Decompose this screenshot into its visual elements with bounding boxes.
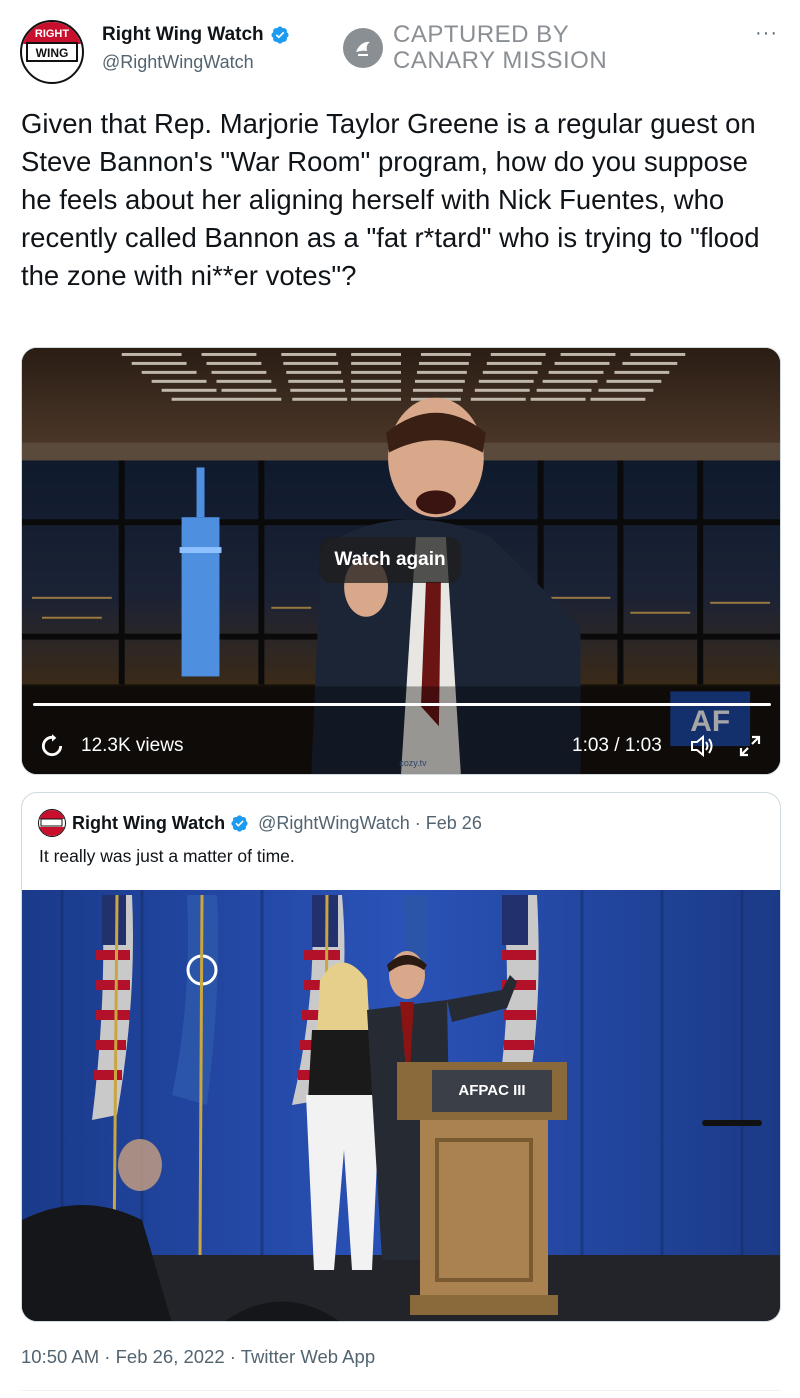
quoted-header: Right Wing Watch @RightWingWatch · Feb 2… [72,813,482,834]
footer-divider [21,1390,781,1391]
capture-badge: CAPTURED BY CANARY MISSION [343,22,607,74]
video-progress-bar[interactable] [33,703,771,706]
quoted-author-name[interactable]: Right Wing Watch [72,813,225,834]
capture-line-2: CANARY MISSION [393,47,608,74]
tweet-header: RIGHT WING WATCH Right Wing Watch @Right… [0,0,800,100]
tweet-timestamp[interactable]: 10:50 AM · Feb 26, 2022 · Twitter Web Ap… [21,1346,375,1368]
quoted-author-avatar[interactable] [38,809,66,837]
video-timecode: 1:03 / 1:03 [572,735,662,756]
volume-icon[interactable] [687,732,715,760]
avatar-logo-middle: WING [36,46,69,60]
avatar-logo-top: RIGHT [35,28,70,40]
quoted-tweet[interactable]: Right Wing Watch @RightWingWatch · Feb 2… [21,792,781,1322]
tweet-text: Given that Rep. Marjorie Taylor Greene i… [21,108,760,291]
avatar-logo-bottom: WATCH [32,67,72,79]
fullscreen-icon[interactable] [736,732,764,760]
quoted-date[interactable]: · Feb 26 [415,813,482,834]
canary-icon [343,28,383,68]
replay-icon[interactable] [39,733,65,759]
capture-line-1: CAPTURED BY [393,21,570,48]
author-info[interactable]: Right Wing Watch @RightWingWatch [102,24,290,73]
quoted-text: It really was just a matter of time. [39,846,295,866]
video-controls: 12.3K views 1:03 / 1:03 [21,722,781,770]
verified-badge-icon [271,26,289,44]
watch-again-button[interactable]: Watch again [319,537,461,583]
quoted-author-handle[interactable]: @RightWingWatch [258,813,410,834]
author-handle[interactable]: @RightWingWatch [102,52,290,73]
author-name[interactable]: Right Wing Watch [102,24,264,46]
author-avatar[interactable]: RIGHT WING WATCH [20,20,84,84]
quoted-photo[interactable]: AFPAC III [22,890,781,1322]
more-icon[interactable]: ··· [755,22,778,45]
quoted-verified-badge-icon [231,815,248,832]
view-count: 12.3K views [81,735,184,756]
podium-sign: AFPAC III [458,1082,525,1099]
